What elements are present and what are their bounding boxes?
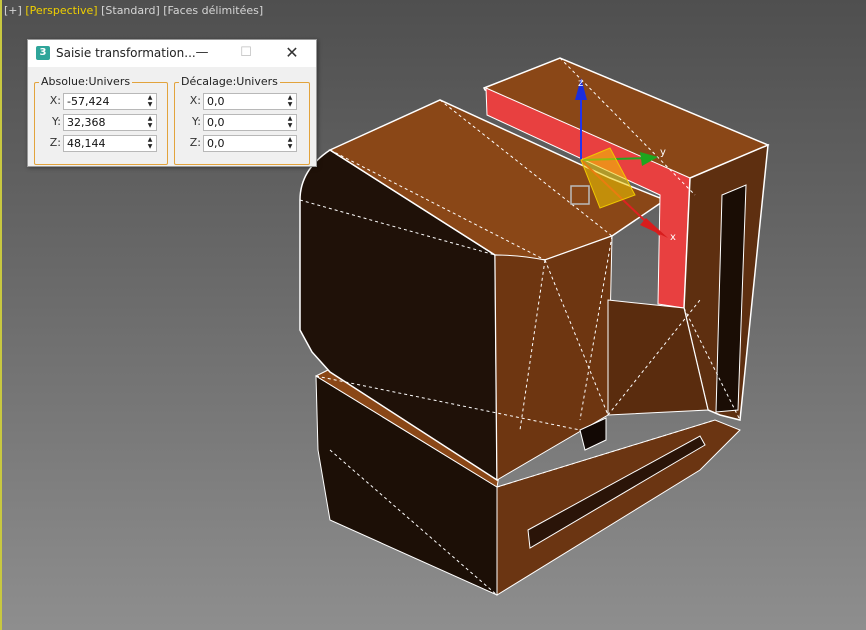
absolute-z-value[interactable]: 48,144 — [67, 137, 106, 150]
spinner-arrows-icon[interactable]: ▲ ▼ — [146, 115, 154, 130]
absolute-world-group: Absolue:Univers X: -57,424 ▲ ▼ Y: 32,368 … — [34, 75, 168, 165]
absolute-x-spinner[interactable]: -57,424 ▲ ▼ — [63, 93, 157, 110]
maximize-icon[interactable]: ☐ — [224, 40, 268, 67]
absolute-z-spinner[interactable]: 48,144 ▲ ▼ — [63, 135, 157, 152]
offset-x-label: X: — [189, 94, 201, 107]
dialog-title: Saisie transformation... — [56, 46, 196, 60]
mesh-object[interactable] — [299, 57, 770, 596]
offset-x-spinner[interactable]: 0,0 ▲ ▼ — [203, 93, 297, 110]
dialog-titlebar[interactable]: 3 Saisie transformation... — ☐ ✕ — [28, 40, 316, 67]
offset-y-value[interactable]: 0,0 — [207, 116, 225, 129]
absolute-x-value[interactable]: -57,424 — [67, 95, 109, 108]
absolute-y-label: Y: — [52, 115, 61, 128]
app-3dsmax-icon: 3 — [36, 46, 50, 60]
transform-type-in-dialog: 3 Saisie transformation... — ☐ ✕ Absolue… — [27, 39, 317, 167]
offset-z-spinner[interactable]: 0,0 ▲ ▼ — [203, 135, 297, 152]
offset-z-value[interactable]: 0,0 — [207, 137, 225, 150]
spinner-arrows-icon[interactable]: ▲ ▼ — [286, 136, 294, 151]
absolute-x-label: X: — [49, 94, 61, 107]
minimize-icon[interactable]: — — [180, 40, 224, 67]
absolute-world-title: Absolue:Univers — [39, 75, 133, 88]
spinner-arrows-icon[interactable]: ▲ ▼ — [146, 136, 154, 151]
gizmo-z-label: z — [578, 78, 583, 89]
gizmo-x-label: x — [670, 232, 676, 243]
viewport-perspective[interactable]: [+] [Perspective] [Standard] [Faces déli… — [0, 0, 866, 630]
absolute-y-value[interactable]: 32,368 — [67, 116, 106, 129]
offset-y-spinner[interactable]: 0,0 ▲ ▼ — [203, 114, 297, 131]
offset-y-label: Y: — [192, 115, 201, 128]
absolute-z-label: Z: — [49, 136, 61, 149]
offset-world-title: Décalage:Univers — [179, 75, 280, 88]
gizmo-y-label: y — [660, 147, 666, 158]
absolute-y-spinner[interactable]: 32,368 ▲ ▼ — [63, 114, 157, 131]
spinner-arrows-icon[interactable]: ▲ ▼ — [286, 94, 294, 109]
offset-z-label: Z: — [189, 136, 201, 149]
close-icon[interactable]: ✕ — [270, 40, 314, 67]
offset-world-group: Décalage:Univers X: 0,0 ▲ ▼ Y: 0,0 ▲ ▼ Z: … — [174, 75, 310, 165]
spinner-arrows-icon[interactable]: ▲ ▼ — [286, 115, 294, 130]
spinner-arrows-icon[interactable]: ▲ ▼ — [146, 94, 154, 109]
offset-x-value[interactable]: 0,0 — [207, 95, 225, 108]
